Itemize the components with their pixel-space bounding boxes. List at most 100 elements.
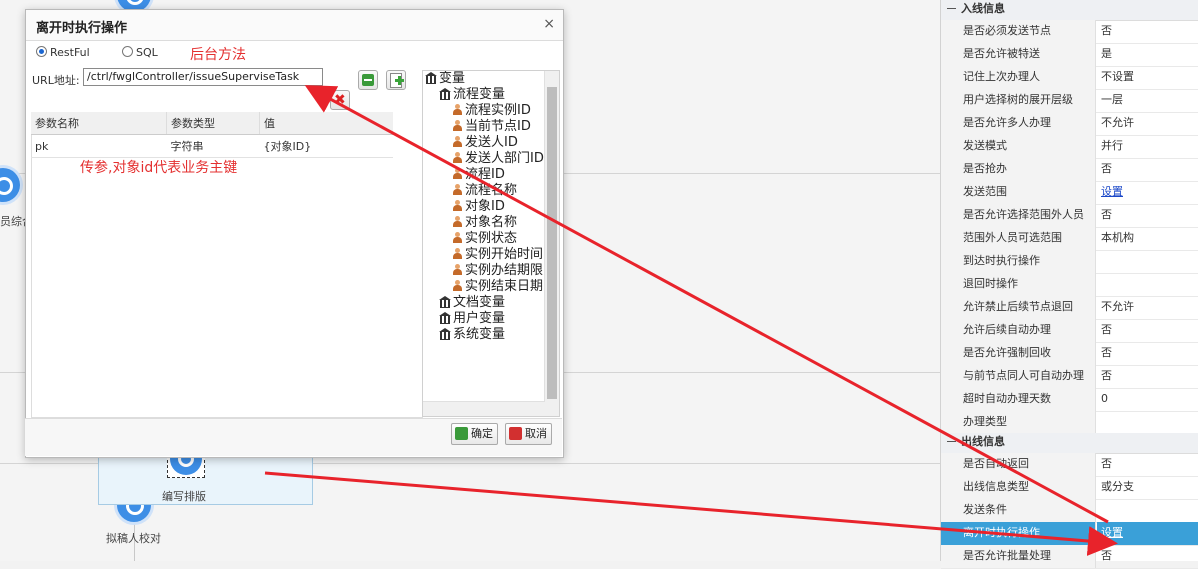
group-out-header[interactable]: 出线信息 <box>941 433 1198 454</box>
property-row[interactable]: 是否允许批量处理否 <box>941 545 1198 569</box>
property-row[interactable]: 到达时执行操作 <box>941 250 1198 274</box>
url-input[interactable]: /ctrl/fwglController/issueSuperviseTask <box>83 68 323 86</box>
property-value[interactable]: 0 <box>1097 388 1198 411</box>
property-row[interactable]: 范围外人员可选范围 本机构 <box>941 227 1198 251</box>
property-key: 办理类型 <box>941 411 1096 434</box>
property-value[interactable] <box>1097 499 1198 522</box>
property-row[interactable]: 发送条件 <box>941 499 1198 523</box>
property-row[interactable]: 发送模式 并行 <box>941 135 1198 159</box>
property-value[interactable]: 否 <box>1097 545 1198 568</box>
property-value[interactable]: 不允许 <box>1097 112 1198 135</box>
property-row[interactable]: 允许禁止后续节点退回 不允许 <box>941 296 1198 320</box>
property-value[interactable]: 并行 <box>1097 135 1198 158</box>
property-value[interactable]: 不设置 <box>1097 66 1198 89</box>
property-row[interactable]: 出线信息类型 或分支 <box>941 476 1198 500</box>
property-value[interactable]: 本机构 <box>1097 227 1198 250</box>
property-value[interactable]: 否 <box>1097 319 1198 342</box>
dialog-title: 离开时执行操作 <box>36 21 128 36</box>
tree-label: 当前节点ID <box>465 119 531 134</box>
tree-scrollbar-vertical[interactable] <box>544 71 559 416</box>
property-row[interactable]: 是否必须发送节点否 <box>941 20 1198 44</box>
property-row[interactable]: 是否抢办否 <box>941 158 1198 182</box>
person-icon <box>453 104 462 115</box>
property-value[interactable]: 是 <box>1097 43 1198 66</box>
property-row[interactable]: 是否允许多人办理 不允许 <box>941 112 1198 136</box>
tree-item[interactable]: 发送人部门ID <box>453 151 544 167</box>
tree-item[interactable]: 实例办结期限 <box>453 263 543 279</box>
property-value[interactable]: 或分支 <box>1097 476 1198 499</box>
param-value[interactable]: {对象ID} <box>259 134 393 158</box>
tree-item[interactable]: 实例状态 <box>453 231 517 247</box>
property-key: 发送范围 <box>941 181 1096 204</box>
cancel-button[interactable]: 取消 <box>505 423 552 445</box>
remove-icon[interactable] <box>358 70 378 90</box>
tree-scrollbar-horizontal[interactable] <box>423 401 545 416</box>
property-value[interactable]: 否 <box>1097 342 1198 365</box>
property-row[interactable]: 办理类型 <box>941 411 1198 435</box>
tree-item[interactable]: 当前节点ID <box>453 119 531 135</box>
close-icon[interactable]: × <box>543 16 555 32</box>
tree-label: 流程ID <box>465 167 505 182</box>
property-row[interactable]: 是否自动返回否 <box>941 453 1198 477</box>
property-row[interactable]: 与前节点同人可自动办理否 <box>941 365 1198 389</box>
tree-sys-vars[interactable]: 系统变量 <box>439 327 505 343</box>
tree-item[interactable]: 流程实例ID <box>453 103 531 119</box>
property-value[interactable]: 否 <box>1097 365 1198 388</box>
tree-root[interactable]: 变量 <box>425 71 465 87</box>
property-value[interactable]: 一层 <box>1097 89 1198 112</box>
param-name[interactable]: pk <box>31 134 167 158</box>
property-row[interactable]: 是否允许被特送是 <box>941 43 1198 67</box>
property-value[interactable]: 否 <box>1097 158 1198 181</box>
group-label: 出线信息 <box>961 435 1005 448</box>
person-icon <box>453 168 462 179</box>
variable-tree[interactable]: 变量 流程变量 流程实例ID 当前节点ID 发送人ID 发送人部门ID 流程ID… <box>422 70 560 417</box>
tree-item[interactable]: 发送人ID <box>453 135 518 151</box>
property-value[interactable]: 不允许 <box>1097 296 1198 319</box>
property-link[interactable]: 设置 <box>1097 181 1198 204</box>
tree-item[interactable]: 对象ID <box>453 199 505 215</box>
radio-sql[interactable]: SQL <box>122 46 158 59</box>
cancel-label: 取消 <box>525 427 547 440</box>
tree-item[interactable]: 实例结束日期 <box>453 279 543 295</box>
col-param-value: 值 <box>259 112 393 135</box>
property-value[interactable] <box>1097 411 1198 434</box>
property-row[interactable]: 记住上次办理人 不设置 <box>941 66 1198 90</box>
property-value[interactable] <box>1097 273 1198 296</box>
tree-label: 发送人部门ID <box>465 151 544 166</box>
property-row[interactable]: 用户选择树的展开层级 一层 <box>941 89 1198 113</box>
delete-icon[interactable]: ✖ <box>330 90 350 110</box>
ok-button[interactable]: 确定 <box>451 423 498 445</box>
tree-item[interactable]: 实例开始时间 <box>453 247 543 263</box>
person-icon <box>453 248 462 259</box>
property-value[interactable]: 否 <box>1097 20 1198 43</box>
property-key: 是否允许多人办理 <box>941 112 1096 135</box>
property-value[interactable]: 否 <box>1097 204 1198 227</box>
radio-restful[interactable]: RestFul <box>36 46 90 59</box>
bank-icon <box>425 72 437 84</box>
property-link[interactable]: 设置 <box>1097 522 1198 545</box>
table-row[interactable]: pk 字符串 {对象ID} <box>31 134 393 158</box>
tree-item[interactable]: 流程名称 <box>453 183 517 199</box>
scroll-thumb[interactable] <box>547 87 557 399</box>
property-key: 是否自动返回 <box>941 453 1096 476</box>
tree-item[interactable]: 流程ID <box>453 167 505 183</box>
property-row[interactable]: 是否允许强制回收否 <box>941 342 1198 366</box>
property-row[interactable]: 是否允许选择范围外人员否 <box>941 204 1198 228</box>
property-value[interactable]: 否 <box>1097 453 1198 476</box>
tree-doc-vars[interactable]: 文档变量 <box>439 295 505 311</box>
property-row[interactable]: 离开时执行操作 设置 <box>941 522 1198 546</box>
property-row[interactable]: 超时自动办理天数 0 <box>941 388 1198 412</box>
group-in-header[interactable]: 入线信息 <box>941 0 1198 21</box>
tree-user-vars[interactable]: 用户变量 <box>439 311 505 327</box>
tree-label: 用户变量 <box>453 311 506 326</box>
tree-item[interactable]: 对象名称 <box>453 215 517 231</box>
tree-flow-vars[interactable]: 流程变量 <box>439 87 505 103</box>
add-icon[interactable] <box>386 70 406 90</box>
property-row[interactable]: 允许后续自动办理否 <box>941 319 1198 343</box>
property-value[interactable] <box>1097 250 1198 273</box>
param-type[interactable]: 字符串 <box>166 134 260 158</box>
ok-label: 确定 <box>471 427 493 440</box>
property-row[interactable]: 发送范围 设置 <box>941 181 1198 205</box>
property-row[interactable]: 退回时操作 <box>941 273 1198 297</box>
tree-label: 发送人ID <box>465 135 518 150</box>
